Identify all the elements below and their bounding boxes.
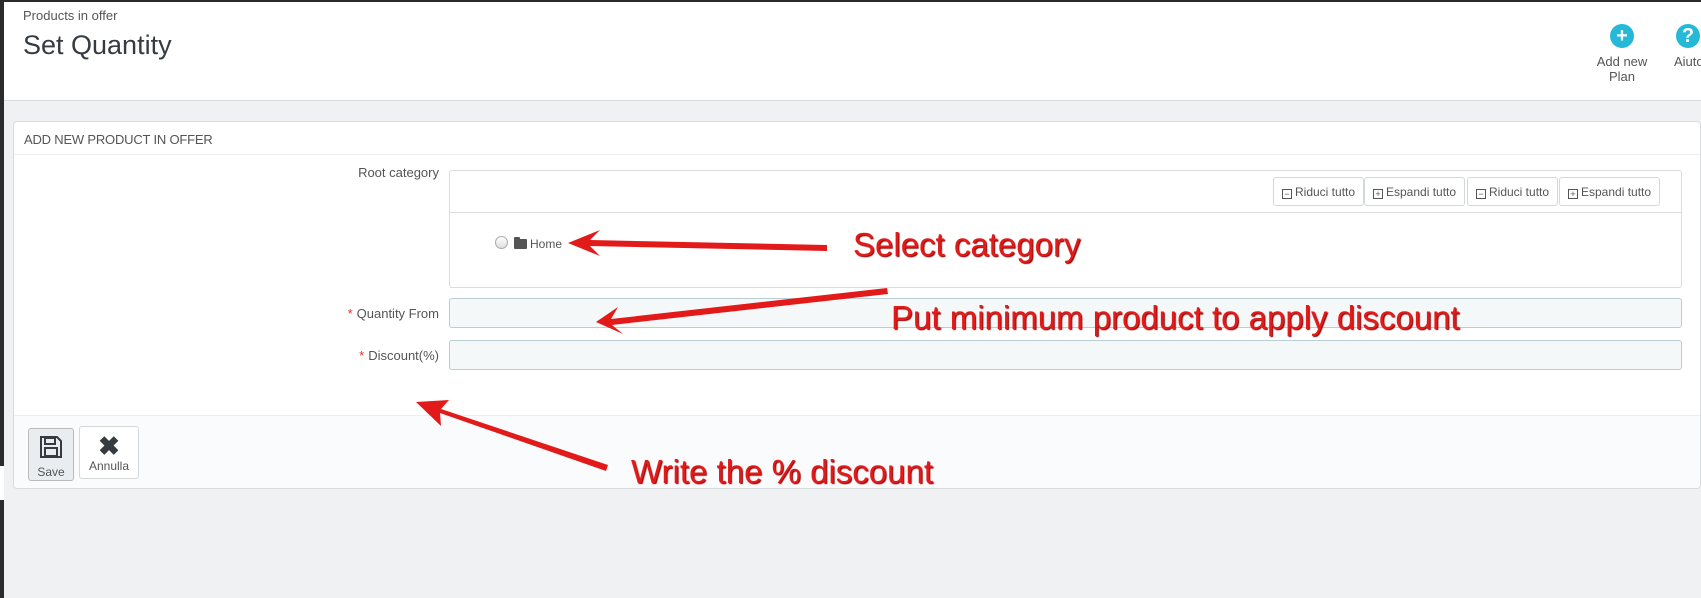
- breadcrumb[interactable]: Products in offer: [23, 8, 117, 23]
- close-icon: ✖: [98, 431, 120, 461]
- panel-heading: ADD NEW PRODUCT IN OFFER: [14, 122, 1700, 155]
- folder-icon: [514, 237, 527, 249]
- save-button[interactable]: Save: [28, 428, 74, 481]
- question-circle-icon: ?: [1676, 24, 1700, 48]
- required-mark: *: [347, 306, 353, 321]
- page-header: Products in offer Set Quantity + Add new…: [4, 2, 1701, 101]
- plus-circle-icon: +: [1610, 24, 1634, 48]
- minus-square-icon: −: [1282, 189, 1292, 199]
- home-category-radio[interactable]: [495, 236, 508, 249]
- page-title: Set Quantity: [23, 30, 172, 60]
- help-label: Aiuto: [1674, 54, 1701, 69]
- add-new-plan-button[interactable]: + Add new Plan: [1582, 24, 1662, 84]
- required-mark: *: [359, 348, 365, 363]
- collapse-all-button[interactable]: − Riduci tutto: [1273, 177, 1365, 206]
- minus-square-icon: −: [1476, 189, 1486, 199]
- discount-label: * Discount(%): [359, 348, 439, 363]
- help-button[interactable]: ? Aiuto: [1668, 24, 1701, 69]
- cancel-label: Annulla: [88, 459, 130, 473]
- annotation-select-category: Select category: [853, 226, 1081, 263]
- plus-square-icon: +: [1373, 189, 1383, 199]
- expand-all-button-2[interactable]: + Espandi tutto: [1559, 177, 1661, 206]
- tree-item-home[interactable]: Home: [530, 237, 562, 251]
- root-category-label: Root category: [358, 165, 439, 180]
- quantity-from-label: * Quantity From: [347, 306, 439, 321]
- annotation-write-discount: Write the % discount: [631, 453, 934, 490]
- discount-input[interactable]: [449, 340, 1682, 370]
- category-tree-toolbar: − Riduci tutto + Espandi tutto − Riduci tut…: [450, 171, 1681, 213]
- cancel-button[interactable]: ✖ Annulla: [79, 426, 139, 479]
- plus-square-icon: +: [1568, 189, 1578, 199]
- annotation-minimum-product: Put minimum product to apply discount: [891, 299, 1460, 336]
- floppy-disk-icon: [29, 435, 73, 465]
- add-new-plan-label: Add new Plan: [1596, 54, 1648, 84]
- save-label: Save: [37, 465, 65, 479]
- collapse-all-button-2[interactable]: − Riduci tutto: [1467, 177, 1559, 206]
- expand-all-button[interactable]: + Espandi tutto: [1364, 177, 1466, 206]
